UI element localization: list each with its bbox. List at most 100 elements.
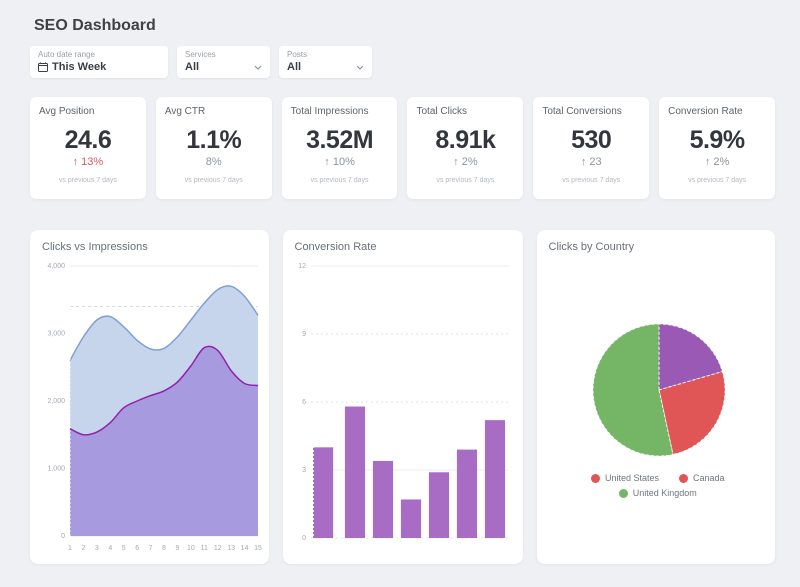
y-axis-label: 0: [61, 533, 65, 540]
charts-row: Clicks vs Impressions 0 1,000 2,000 3,000 4,…: [30, 230, 775, 564]
kpi-title: Avg Position: [39, 106, 137, 117]
x-axis-label: 4: [108, 545, 112, 552]
y-axis-label: 1,000: [47, 466, 65, 473]
legend-item: Canada: [679, 473, 725, 483]
date-range-value: This Week: [52, 61, 106, 73]
kpi-card-total-conversions: Total Conversions 530 ↑ 23 vs previous 7…: [533, 97, 649, 199]
bar: [372, 461, 392, 538]
clicks-by-country-pie-chart: [547, 256, 768, 468]
bar: [428, 472, 448, 538]
legend-item: United Kingdom: [619, 488, 697, 498]
y-axis-label: 3: [302, 467, 306, 474]
clicks-vs-impressions-area-chart: 01,0002,0003,0004,0001234567891011121314…: [40, 256, 262, 556]
chart-title: Clicks vs Impressions: [42, 241, 263, 253]
y-axis-label: 4,000: [47, 263, 65, 270]
kpi-delta: ↑ 13%: [39, 156, 137, 168]
kpi-delta: 8%: [165, 156, 263, 168]
kpi-value: 530: [542, 126, 640, 155]
kpi-card-avg-ctr: Avg CTR 1.1% 8% vs previous 7 days: [156, 97, 272, 199]
clicks-by-country-card: Clicks by Country United StatesCanadaUni…: [537, 230, 776, 564]
legend-label: United Kingdom: [633, 488, 697, 498]
y-axis-label: 9: [302, 331, 306, 338]
services-filter[interactable]: Services All: [177, 46, 270, 78]
chart-title: Clicks by Country: [549, 241, 770, 253]
posts-filter[interactable]: Posts All: [279, 46, 372, 78]
legend-dot-icon: [619, 489, 628, 498]
kpi-title: Total Impressions: [291, 106, 389, 117]
kpi-card-total-clicks: Total Clicks 8.91k ↑ 2% vs previous 7 da…: [407, 97, 523, 199]
legend-label: United States: [605, 473, 659, 483]
calendar-icon: [38, 62, 48, 72]
conversion-rate-bar-chart: 0 3 6 9 12: [293, 256, 517, 556]
kpi-value: 24.6: [39, 126, 137, 155]
x-axis-label: 10: [187, 545, 195, 552]
y-axis-label: 12: [298, 263, 306, 270]
y-axis-label: 2,000: [47, 398, 65, 405]
x-axis-label: 15: [254, 545, 262, 552]
kpi-delta: ↑ 2%: [416, 156, 514, 168]
kpi-delta: ↑ 10%: [291, 156, 389, 168]
x-axis-label: 8: [162, 545, 166, 552]
kpi-row: Avg Position 24.6 ↑ 13% vs previous 7 da…: [30, 97, 775, 199]
x-axis-label: 1: [68, 545, 72, 552]
bar: [484, 420, 504, 538]
services-label: Services: [185, 50, 262, 60]
x-axis-label: 5: [122, 545, 126, 552]
kpi-card-total-impressions: Total Impressions 3.52M ↑ 10% vs previou…: [282, 97, 398, 199]
legend-row: United States Canada: [547, 473, 770, 483]
x-axis-label: 9: [175, 545, 179, 552]
conversion-rate-card: Conversion Rate 0 3 6 9 12: [283, 230, 523, 564]
kpi-note: vs previous 7 days: [542, 177, 640, 184]
posts-label: Posts: [287, 50, 364, 60]
legend-dot-icon: [591, 474, 600, 483]
kpi-card-conversion-rate: Conversion Rate 5.9% ↑ 2% vs previous 7 …: [659, 97, 775, 199]
kpi-value: 1.1%: [165, 126, 263, 155]
chevron-down-icon: [254, 65, 262, 70]
x-axis-label: 6: [135, 545, 139, 552]
x-axis-label: 2: [81, 545, 85, 552]
filter-bar: Auto date range This Week Services All: [30, 46, 775, 78]
legend-row: United Kingdom: [547, 488, 770, 498]
kpi-note: vs previous 7 days: [39, 177, 137, 184]
kpi-card-avg-position: Avg Position 24.6 ↑ 13% vs previous 7 da…: [30, 97, 146, 199]
dashboard: SEO Dashboard Auto date range This Week …: [0, 0, 800, 564]
kpi-delta: ↑ 2%: [668, 156, 766, 168]
y-axis-label: 3,000: [47, 331, 65, 338]
kpi-title: Avg CTR: [165, 106, 263, 117]
kpi-note: vs previous 7 days: [668, 177, 766, 184]
bar: [313, 447, 333, 538]
x-axis-label: 11: [201, 545, 208, 552]
legend-item: United States: [591, 473, 659, 483]
kpi-title: Conversion Rate: [668, 106, 766, 117]
kpi-note: vs previous 7 days: [291, 177, 389, 184]
kpi-note: vs previous 7 days: [165, 177, 263, 184]
x-axis-label: 7: [149, 545, 153, 552]
date-range-filter[interactable]: Auto date range This Week: [30, 46, 168, 78]
bar: [344, 407, 364, 538]
pie-legend: United States Canada United Kingdom: [547, 473, 770, 498]
page-title: SEO Dashboard: [34, 16, 775, 36]
chart-title: Conversion Rate: [295, 241, 517, 253]
kpi-value: 8.91k: [416, 126, 514, 155]
kpi-title: Total Clicks: [416, 106, 514, 117]
legend-label: Canada: [693, 473, 725, 483]
kpi-delta: ↑ 23: [542, 156, 640, 168]
x-axis-label: 3: [95, 545, 99, 552]
bar: [400, 499, 420, 538]
y-axis-label: 0: [302, 535, 306, 542]
services-value: All: [185, 61, 199, 73]
legend-dot-icon: [679, 474, 688, 483]
x-axis-label: 12: [214, 545, 222, 552]
x-axis-label: 13: [227, 545, 235, 552]
x-axis-label: 14: [241, 545, 249, 552]
chevron-down-icon: [356, 65, 364, 70]
date-range-label: Auto date range: [38, 50, 160, 60]
clicks-vs-impressions-card: Clicks vs Impressions 0 1,000 2,000 3,000 4,…: [30, 230, 269, 564]
kpi-value: 5.9%: [668, 126, 766, 155]
kpi-note: vs previous 7 days: [416, 177, 514, 184]
kpi-title: Total Conversions: [542, 106, 640, 117]
bar: [456, 450, 476, 538]
kpi-value: 3.52M: [291, 126, 389, 155]
posts-value: All: [287, 61, 301, 73]
y-axis-label: 6: [302, 399, 306, 406]
